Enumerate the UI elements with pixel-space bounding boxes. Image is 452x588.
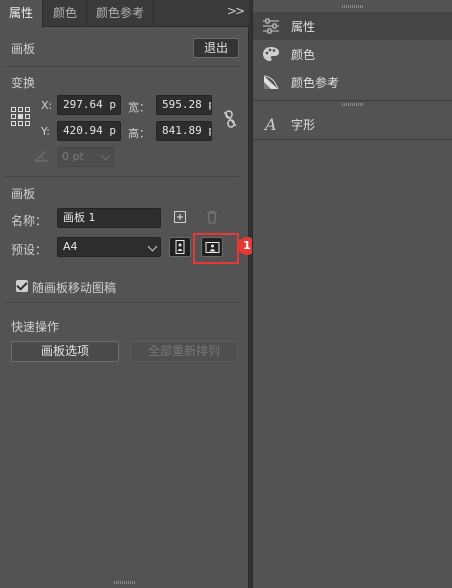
add-artboard-icon[interactable] [174, 211, 186, 223]
tab-color-guide[interactable]: 颜色参考 [87, 0, 155, 27]
exit-artboard-button[interactable]: 退出 [193, 38, 239, 58]
dock-label: 字形 [291, 118, 316, 132]
glyphs-icon: A [263, 115, 277, 133]
preset-value: A4 [63, 240, 78, 253]
portrait-icon [175, 240, 185, 254]
collapsed-panel-dock: 属性 颜色 颜色参考 A 字形 [252, 0, 452, 588]
rearrange-all-button: 全部重新排列 [130, 341, 238, 362]
move-with-artboard-checkbox[interactable] [16, 280, 28, 292]
constrain-proportions-link-icon[interactable] [222, 110, 238, 128]
height-field[interactable]: 841.89 p [156, 121, 212, 141]
tab-color[interactable]: 颜色 [44, 0, 88, 27]
svg-text:A: A [263, 115, 277, 133]
chevron-down-icon [147, 241, 158, 252]
dock-label: 颜色参考 [291, 76, 340, 90]
artboard-name-field[interactable]: 画板 1 [57, 208, 161, 228]
quick-actions-title: 快速操作 [11, 320, 60, 334]
panel-resize-grip[interactable] [114, 581, 136, 584]
portrait-orientation-button[interactable] [169, 237, 191, 257]
dock-label: 属性 [291, 20, 316, 34]
divider [4, 176, 239, 177]
angle-value: 0 pt [62, 150, 84, 163]
artboard-mode-title: 画板 [11, 42, 36, 56]
preset-label: 预设： [11, 243, 48, 257]
dock-separator [253, 139, 452, 140]
x-label: X: [41, 99, 53, 112]
chevron-down-icon [100, 150, 111, 161]
dock-item-color-guide[interactable]: 颜色参考 [253, 68, 452, 96]
palette-icon [263, 47, 279, 61]
dock-grip[interactable] [342, 5, 364, 8]
dock-grip[interactable] [342, 103, 364, 106]
rotate-angle-control: 0 pt [34, 147, 114, 167]
artboard-options-button[interactable]: 画板选项 [11, 341, 119, 362]
y-field[interactable]: 420.94 p [57, 121, 121, 141]
move-with-artboard-label: 随画板移动图稿 [32, 281, 117, 295]
x-field[interactable]: 297.64 p [57, 95, 121, 115]
preset-select[interactable]: A4 [57, 237, 161, 257]
dock-item-properties[interactable]: 属性 [253, 12, 452, 40]
angle-icon [34, 150, 48, 162]
properties-panel: 属性 颜色 颜色参考 >> 画板 退出 变换 X: 297.64 p 宽： 59… [0, 0, 256, 588]
height-label: 高： [128, 127, 150, 140]
dock-separator [253, 100, 452, 101]
artboard-title: 画板 [11, 187, 36, 201]
panel-tab-bar: 属性 颜色 颜色参考 >> [0, 0, 249, 28]
transform-title: 变换 [11, 76, 36, 90]
divider [4, 66, 239, 67]
rotate-angle-field[interactable]: 0 pt [58, 147, 114, 167]
name-label: 名称： [11, 214, 48, 228]
dock-item-color[interactable]: 颜色 [253, 40, 452, 68]
panel-menu-chevron-icon[interactable]: >> [227, 4, 245, 18]
dock-item-glyphs[interactable]: A 字形 [253, 110, 452, 138]
width-field[interactable]: 595.28 p [156, 95, 212, 115]
dock-label: 颜色 [291, 48, 316, 62]
reference-point-icon[interactable] [11, 107, 31, 127]
tab-properties[interactable]: 属性 [0, 0, 44, 28]
delete-artboard-trash-icon[interactable] [206, 210, 218, 224]
divider [4, 302, 239, 303]
callout-highlight-box [193, 233, 239, 264]
y-label: Y: [41, 125, 50, 138]
width-label: 宽： [128, 101, 150, 114]
color-guide-icon [263, 75, 279, 90]
sliders-icon [263, 18, 279, 34]
